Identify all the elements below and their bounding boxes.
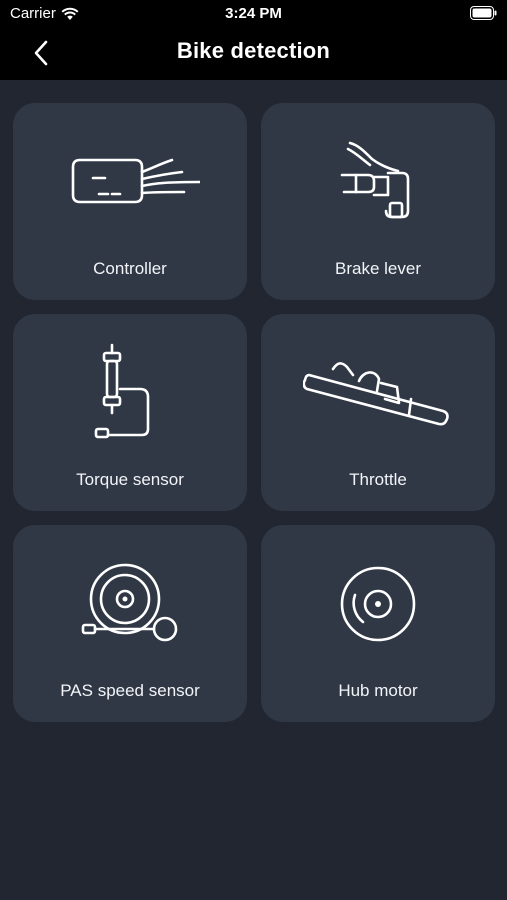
detection-grid: Controller Brake lever Torque sensor Thr…	[13, 103, 495, 722]
brake-lever-label: Brake lever	[335, 259, 421, 278]
brake-lever-card[interactable]: Brake lever	[261, 103, 495, 300]
torque-sensor-label: Torque sensor	[76, 470, 184, 489]
battery-icon	[470, 6, 497, 25]
controller-card[interactable]: Controller	[13, 103, 247, 300]
pas-speed-sensor-label: PAS speed sensor	[60, 681, 200, 700]
hub-motor-icon	[340, 566, 416, 642]
clock: 3:24 PM	[225, 5, 282, 22]
page-title: Bike detection	[176, 38, 331, 63]
brake-lever-icon	[340, 141, 410, 219]
throttle-card[interactable]: Throttle	[261, 314, 495, 511]
pas-speed-sensor-icon	[81, 563, 178, 642]
nav-bar: Bike detection	[0, 28, 507, 80]
torque-sensor-icon	[94, 343, 150, 439]
throttle-label: Throttle	[349, 470, 407, 489]
controller-icon	[71, 158, 200, 204]
pas-speed-sensor-card[interactable]: PAS speed sensor	[13, 525, 247, 722]
throttle-icon	[303, 362, 449, 426]
torque-sensor-card[interactable]: Torque sensor	[13, 314, 247, 511]
controller-label: Controller	[93, 259, 167, 278]
hub-motor-card[interactable]: Hub motor	[261, 525, 495, 722]
hub-motor-label: Hub motor	[338, 681, 418, 700]
status-bar: Carrier 3:24 PM	[0, 0, 507, 28]
